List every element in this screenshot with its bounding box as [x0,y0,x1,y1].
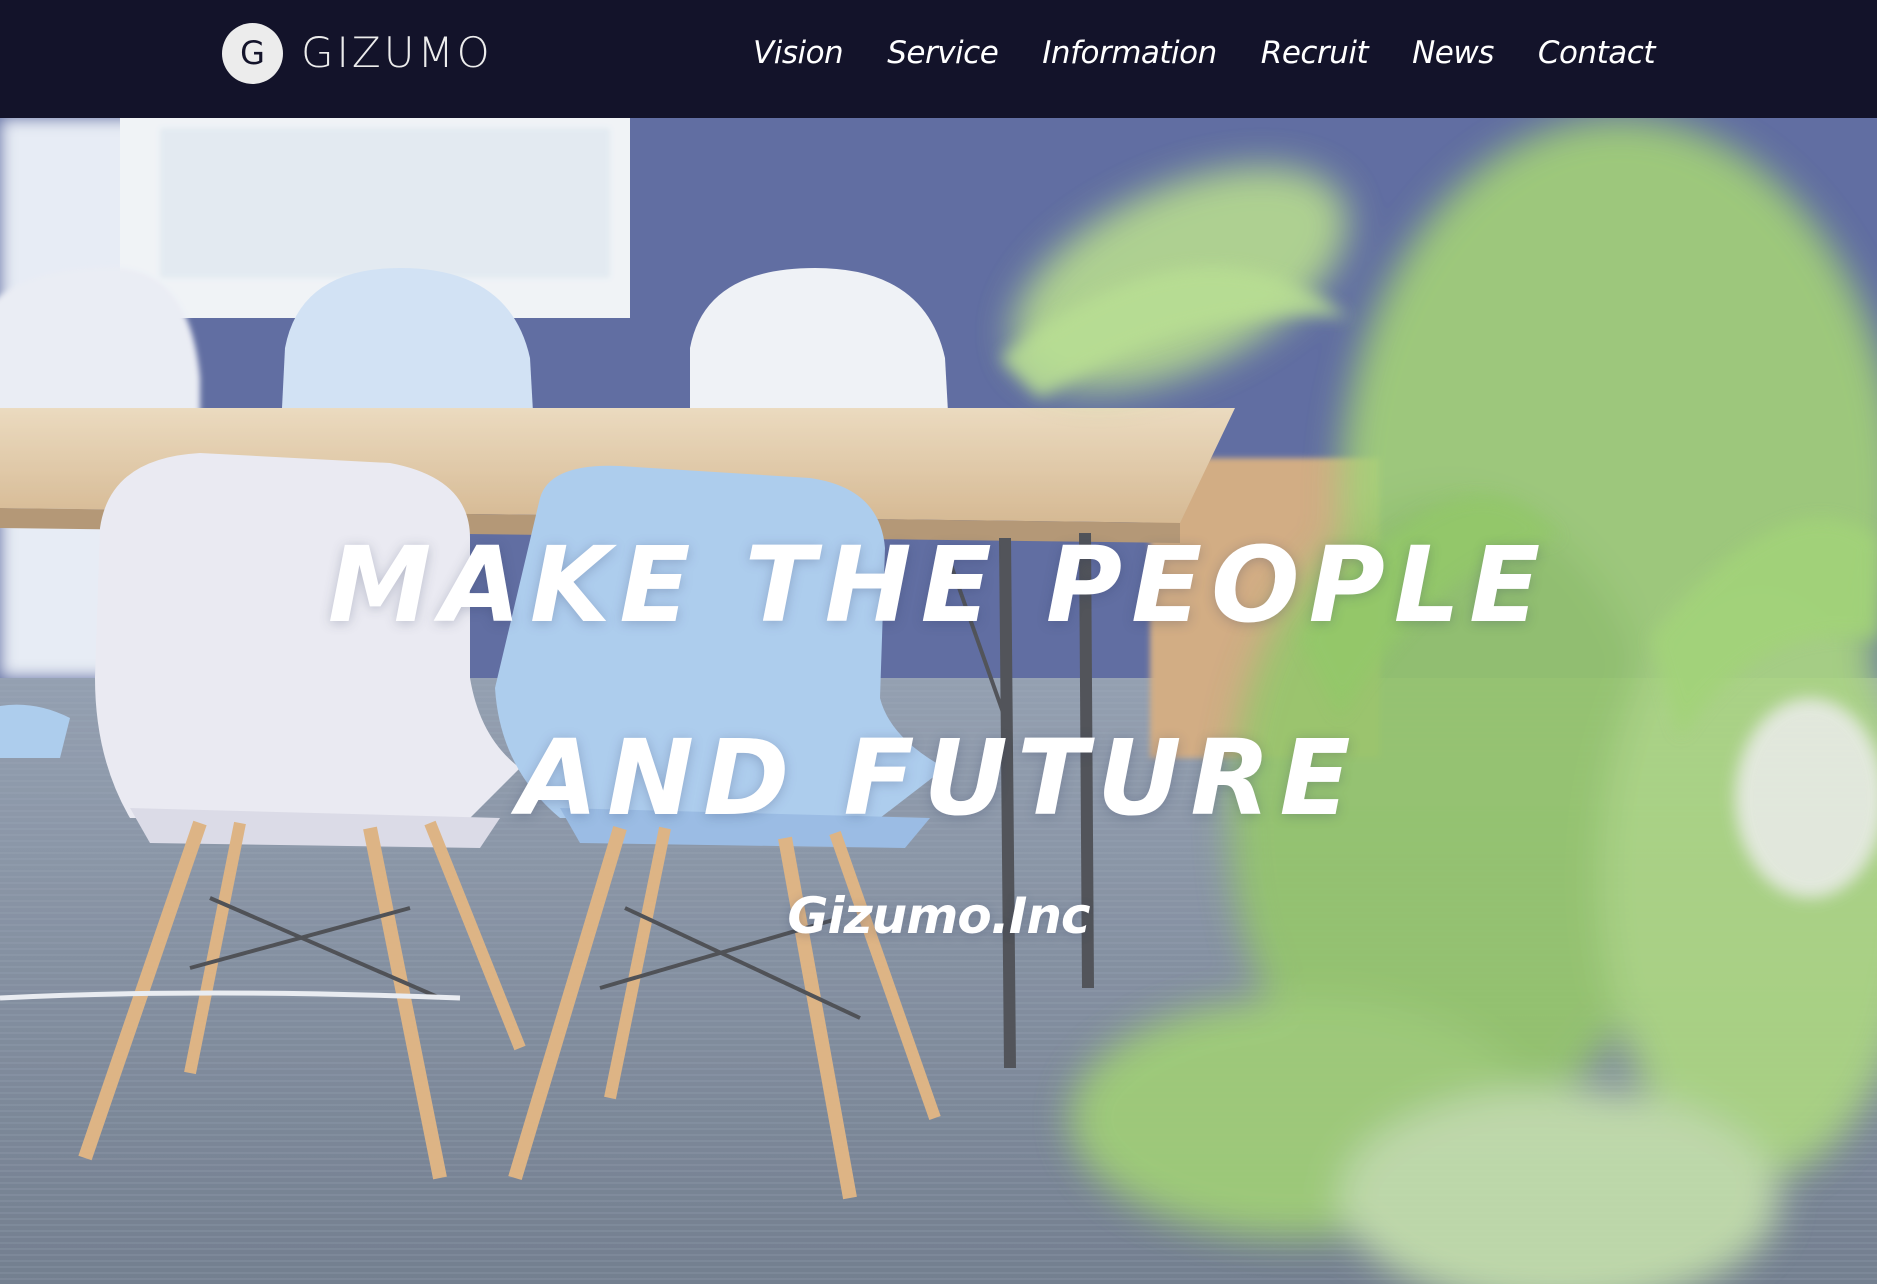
main-nav: Vision Service Information Recruit News … [753,0,1656,106]
hero-text-block: MAKE THE PEOPLE AND FUTURE Gizumo.Inc [0,118,1877,1284]
nav-information[interactable]: Information [1042,35,1217,71]
hero-company-name: Gizumo.Inc [787,887,1090,945]
site-header: G GIZUMO Vision Service Information Recr… [0,0,1877,118]
hero-headline-line1: MAKE THE PEOPLE [327,524,1550,646]
nav-recruit[interactable]: Recruit [1261,35,1369,71]
hero-section: MAKE THE PEOPLE AND FUTURE Gizumo.Inc [0,118,1877,1284]
nav-service[interactable]: Service [887,35,999,71]
nav-contact[interactable]: Contact [1538,35,1656,71]
nav-news[interactable]: News [1412,35,1494,71]
nav-vision[interactable]: Vision [753,35,844,71]
logo-mark-icon: G [222,22,283,84]
gizumo-logo[interactable]: G GIZUMO [222,22,493,84]
hero-headline-line2: AND FUTURE [517,717,1360,839]
logo-wordmark: GIZUMO [301,28,493,77]
